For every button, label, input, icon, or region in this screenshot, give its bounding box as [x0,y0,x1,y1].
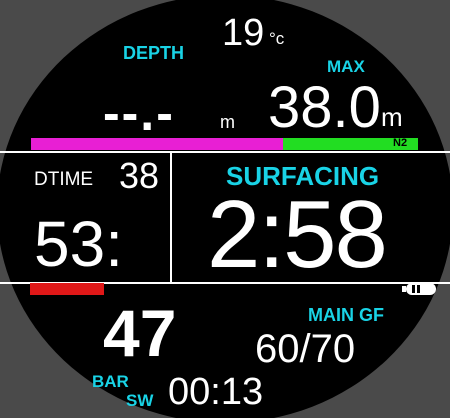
depth-unit: m [220,112,235,132]
temperature-unit: °c [269,29,285,48]
depth-label: DEPTH [123,43,185,63]
dtime-value: 38 [119,155,160,196]
depth-value: --.- [103,85,175,141]
max-depth-unit: m [381,102,403,132]
gas-label: N2 [393,137,408,149]
surfacing-time: 2:58 [207,181,388,288]
max-depth-value: 38.0 [268,75,381,140]
stopwatch-value: 00:13 [168,371,264,413]
dtime-label: DTIME [34,169,94,190]
gas-bar-pink [31,138,283,150]
pressure-unit: BAR [92,372,129,391]
gradient-factor-label: MAIN GF [308,305,384,325]
dtime-big-value: 53: [34,208,123,280]
pressure-value: 47 [103,296,177,370]
stopwatch-label: SW [126,391,154,410]
status-bar-red [30,283,104,295]
max-depth-label: MAX [327,57,365,76]
battery-icon [402,283,436,295]
gradient-factor-value: 60/70 [255,327,356,371]
temperature-value: 19 [222,12,265,54]
